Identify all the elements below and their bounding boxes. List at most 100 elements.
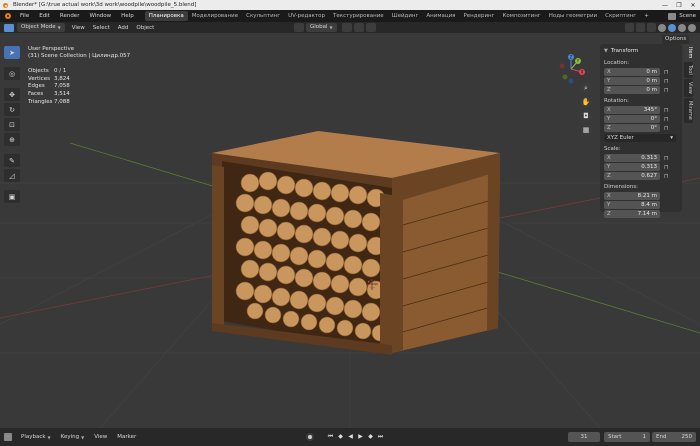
menu-select[interactable]: Select [89, 25, 114, 31]
menu-render[interactable]: Render [55, 13, 85, 19]
cursor-tool-icon[interactable]: ◎ [4, 67, 20, 80]
pan-hand-icon[interactable]: ✋ [580, 96, 592, 108]
workspace-tab-shading[interactable]: Шейдинг [388, 11, 423, 21]
scale-tool-icon[interactable]: ⊡ [4, 118, 20, 131]
lock-icon[interactable]: ⊓ [664, 78, 672, 85]
perspective-toggle-icon[interactable]: ▦ [580, 124, 592, 136]
xray-toggle-icon[interactable] [647, 23, 656, 32]
proportional-edit-icon[interactable] [365, 23, 376, 32]
options-dropdown[interactable]: Options [662, 35, 690, 44]
end-frame-field[interactable]: End 250 [652, 432, 696, 442]
menu-keying[interactable]: Keying ▼ [56, 434, 90, 440]
sidebar-tab-mirame[interactable]: Mirame [684, 97, 693, 123]
measure-tool-icon[interactable]: ◿ [4, 169, 20, 182]
location-y-field[interactable]: Y0 m ⊓ [604, 77, 678, 85]
navigation-gizmo[interactable]: X Y Z [556, 54, 586, 84]
material-shading-icon[interactable] [678, 23, 686, 32]
zoom-icon[interactable]: ⌕ [580, 82, 592, 94]
transform-orientation-icon[interactable] [294, 23, 304, 32]
show-gizmo-icon[interactable] [625, 23, 634, 32]
scene-selector[interactable]: Scene [679, 13, 700, 19]
location-x-field[interactable]: X0 m ⊓ [604, 68, 678, 76]
lock-icon[interactable]: ⊓ [664, 116, 672, 123]
workspace-tab-scripting[interactable]: Скриптинг [601, 11, 640, 21]
jump-start-icon[interactable]: ⏮ [326, 432, 335, 442]
mode-selector[interactable]: Object Mode ▼ [17, 23, 65, 32]
rotation-y-field[interactable]: Y 0° ⊓ [604, 115, 678, 123]
dimensions-x-field[interactable]: X 8.21 m [604, 192, 678, 200]
menu-file[interactable]: File [15, 13, 34, 19]
lock-icon[interactable]: ⊓ [664, 69, 672, 76]
sidebar-tab-item[interactable]: Item [684, 44, 693, 62]
snap-icon[interactable] [353, 23, 364, 32]
workspace-tab-uv-editing[interactable]: UV-редактор [284, 11, 329, 21]
dimensions-y-field[interactable]: Y 8.4 m [604, 201, 678, 209]
scale-y-field[interactable]: Y 0.313 ⊓ [604, 163, 678, 171]
rotation-z-field[interactable]: Z 0° ⊓ [604, 124, 678, 132]
wireframe-shading-icon[interactable] [658, 23, 666, 32]
lock-icon[interactable]: ⊓ [664, 173, 672, 180]
minimize-button[interactable]: — [658, 2, 672, 9]
scale-z-field[interactable]: Z 0.627 ⊓ [604, 172, 678, 180]
workspace-tab-geometry-nodes[interactable]: Ноды геометрии [545, 11, 601, 21]
lock-icon[interactable]: ⊓ [664, 107, 672, 114]
3d-viewport[interactable] [0, 33, 700, 428]
menu-object[interactable]: Object [132, 25, 158, 31]
rotate-tool-icon[interactable]: ↻ [4, 103, 20, 116]
play-reverse-icon[interactable]: ◀ [346, 432, 355, 442]
pivot-point-icon[interactable] [341, 23, 352, 32]
workspace-tab-sculpting[interactable]: Скульптинг [242, 11, 284, 21]
workspace-tab-compositing[interactable]: Композитинг [499, 11, 545, 21]
jump-end-icon[interactable]: ⏭ [376, 432, 385, 442]
menu-window[interactable]: Window [84, 13, 116, 19]
sidebar-tab-view[interactable]: View [684, 79, 693, 97]
workspace-tab-texture-paint[interactable]: Текстурирование [329, 11, 388, 21]
add-cube-tool-icon[interactable]: ▣ [4, 190, 20, 203]
editor-type-icon[interactable] [4, 23, 14, 32]
show-overlays-icon[interactable] [636, 23, 645, 32]
auto-keying-record-icon[interactable] [306, 433, 314, 441]
dimensions-z-field[interactable]: Z 7.14 m [604, 210, 678, 218]
sidebar-tab-tool[interactable]: Tool [684, 62, 693, 79]
woodpile-model[interactable] [212, 131, 500, 355]
menu-playback[interactable]: Playback ▼ [16, 434, 56, 440]
transform-tool-icon[interactable]: ⊕ [4, 133, 20, 146]
timeline-editor-icon[interactable] [4, 433, 12, 441]
camera-view-icon[interactable]: ◘ [580, 110, 592, 122]
maximize-button[interactable]: ❐ [672, 2, 686, 9]
transform-panel-header[interactable]: ▼ Transform [604, 46, 678, 56]
workspace-tab-modeling[interactable]: Моделирование [188, 11, 242, 21]
workspace-tab-layout[interactable]: Планировка [144, 11, 188, 21]
current-frame-field[interactable]: 31 [568, 432, 600, 442]
menu-add[interactable]: Add [114, 25, 133, 31]
solid-shading-icon[interactable] [668, 23, 676, 32]
menu-help[interactable]: Help [116, 13, 139, 19]
lock-icon[interactable]: ⊓ [664, 155, 672, 162]
workspace-tab-animation[interactable]: Анимация [422, 11, 459, 21]
move-tool-icon[interactable]: ✥ [4, 88, 20, 101]
start-frame-field[interactable]: Start 1 [604, 432, 650, 442]
select-tool-icon[interactable]: ➤ [4, 46, 20, 59]
rotation-x-field[interactable]: X 345° ⊓ [604, 106, 678, 114]
annotate-tool-icon[interactable]: ✎ [4, 154, 20, 167]
rendered-shading-icon[interactable] [688, 23, 696, 32]
workspace-tab-rendering[interactable]: Рендеринг [459, 11, 498, 21]
menu-timeline-view[interactable]: View [89, 434, 112, 440]
scale-x-field[interactable]: X 0.313 ⊓ [604, 154, 678, 162]
menu-view[interactable]: View [68, 25, 89, 31]
next-keyframe-icon[interactable]: ◆ [366, 432, 375, 442]
close-button[interactable]: ✕ [686, 2, 700, 9]
location-z-field[interactable]: Z0 m ⊓ [604, 86, 678, 94]
scene-icon[interactable] [668, 12, 677, 20]
menu-marker[interactable]: Marker [112, 434, 141, 440]
play-icon[interactable]: ▶ [356, 432, 365, 442]
add-workspace-button[interactable]: + [640, 13, 653, 19]
lock-icon[interactable]: ⊓ [664, 164, 672, 171]
lock-icon[interactable]: ⊓ [664, 87, 672, 94]
lock-icon[interactable]: ⊓ [664, 125, 672, 132]
blender-menu-icon[interactable] [3, 12, 13, 20]
menu-edit[interactable]: Edit [34, 13, 55, 19]
rotation-mode-select[interactable]: XYZ Euler ▾ [604, 134, 676, 142]
orientation-selector[interactable]: Global ▼ [306, 23, 337, 32]
prev-keyframe-icon[interactable]: ◆ [336, 432, 345, 442]
